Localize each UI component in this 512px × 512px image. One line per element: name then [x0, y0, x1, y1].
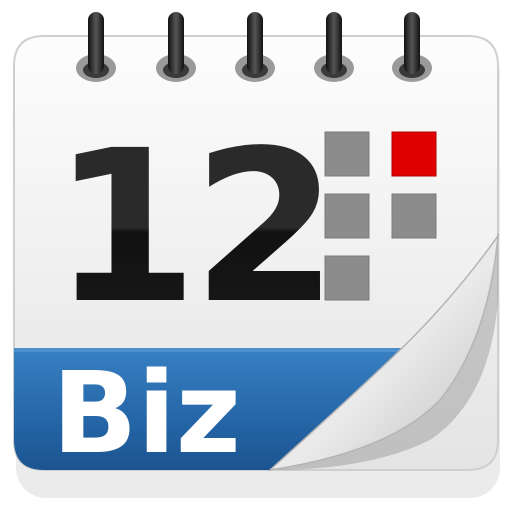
grid-square	[324, 131, 370, 177]
day-number: 12	[52, 105, 332, 350]
app-icon: 12 Biz	[0, 0, 512, 512]
grid-square	[324, 255, 370, 301]
grid-square	[324, 193, 370, 239]
grid-square-highlighted	[391, 131, 437, 177]
grid-square	[391, 193, 437, 239]
calendar-icon: 12 Biz	[13, 12, 500, 498]
brand-label: Biz	[52, 349, 241, 479]
